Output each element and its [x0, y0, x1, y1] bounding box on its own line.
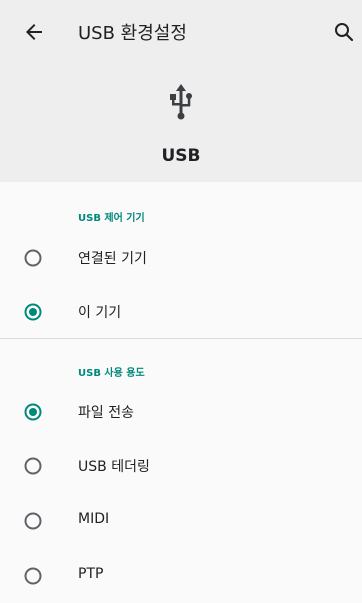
usb-icon — [170, 84, 192, 120]
option-usb-tethering[interactable]: USB 테더링 — [0, 439, 362, 493]
section-header-use-usb-for: USB 사용 용도 — [78, 368, 145, 379]
usb-header: USB — [0, 64, 362, 182]
option-connected-device[interactable]: 연결된 기기 — [0, 231, 362, 285]
option-file-transfer[interactable]: 파일 전송 — [0, 385, 362, 439]
option-midi[interactable]: MIDI — [0, 494, 362, 548]
option-label: 파일 전송 — [78, 405, 134, 421]
option-label: MIDI — [78, 511, 110, 527]
radio-selected-icon[interactable] — [24, 403, 42, 421]
option-ptp[interactable]: PTP — [0, 549, 362, 603]
option-label: USB 테더링 — [78, 459, 150, 475]
search-icon[interactable] — [332, 20, 356, 44]
section-header-usb-controlled-by: USB 제어 기기 — [78, 213, 145, 224]
radio-unselected-icon[interactable] — [24, 457, 42, 475]
top-app-bar: USB 환경설정 — [0, 0, 362, 64]
radio-unselected-icon[interactable] — [24, 567, 42, 585]
radio-selected-icon[interactable] — [24, 303, 42, 321]
radio-unselected-icon[interactable] — [24, 249, 42, 267]
divider — [0, 338, 362, 339]
option-this-device[interactable]: 이 기기 — [0, 285, 362, 339]
option-label: 연결된 기기 — [78, 251, 147, 267]
option-label: 이 기기 — [78, 305, 122, 321]
radio-unselected-icon[interactable] — [24, 512, 42, 530]
usb-label: USB — [161, 146, 201, 166]
page-title: USB 환경설정 — [78, 23, 187, 44]
arrow-back-icon[interactable] — [22, 20, 46, 44]
option-label: PTP — [78, 566, 104, 582]
